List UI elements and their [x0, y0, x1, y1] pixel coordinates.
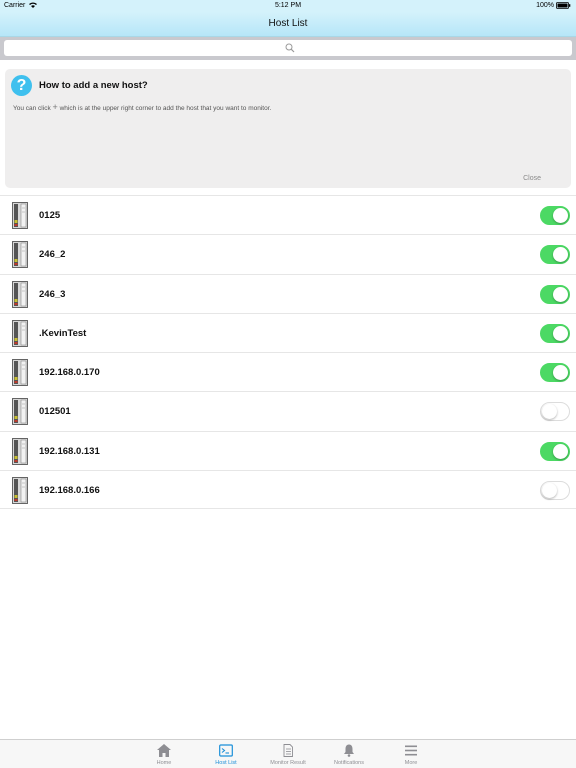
host-monitor-toggle[interactable] [540, 245, 570, 265]
help-title: How to add a new host? [39, 80, 148, 91]
host-row[interactable]: 192.168.0.166 [0, 470, 576, 510]
toggle-knob [553, 443, 568, 459]
host-row[interactable]: 192.168.0.131 [0, 430, 576, 470]
host-name: 0125 [39, 210, 61, 221]
menu-icon [381, 744, 441, 757]
page-title: Host List [268, 18, 308, 29]
question-mark-icon: ? [11, 75, 32, 96]
terminal-icon [196, 744, 256, 757]
host-monitor-toggle[interactable] [540, 284, 570, 304]
server-icon [12, 477, 28, 504]
host-monitor-toggle[interactable] [540, 441, 570, 461]
host-name: 192.168.0.170 [39, 367, 100, 379]
host-list: 0125 246_2 246_3 .KevinTest 192.168.0.170 012… [0, 195, 576, 510]
server-icon [12, 359, 28, 387]
host-row[interactable]: 246_2 [0, 234, 576, 273]
host-name: 012501 [39, 406, 71, 418]
home-icon [134, 744, 194, 757]
battery-percent: 100% [536, 2, 554, 9]
search-icon [285, 43, 295, 53]
tab-label: More [404, 760, 418, 766]
battery-icon [556, 2, 571, 9]
document-icon [258, 744, 318, 757]
close-button[interactable]: Close [523, 175, 541, 182]
host-name: .KevinTest [39, 327, 87, 339]
host-name: 192.168.0.166 [39, 485, 100, 497]
plus-icon: + [52, 102, 58, 112]
host-row[interactable]: .KevinTest [0, 312, 576, 352]
tab-monitor-result[interactable]: Monitor Result [258, 742, 318, 768]
tab-label: Host List [215, 760, 237, 766]
navigation-bar: Host List [0, 12, 576, 37]
tab-home[interactable]: Home [134, 742, 194, 768]
server-icon [12, 398, 28, 426]
host-monitor-toggle[interactable] [540, 402, 570, 422]
tab-host-list[interactable]: Host List [196, 742, 256, 768]
tab-label: Monitor Result [270, 760, 306, 766]
host-row[interactable]: 246_3 [0, 273, 576, 313]
host-name: 246_2 [39, 249, 66, 261]
server-icon [12, 319, 28, 347]
help-card: ? How to add a new host? You can click +… [5, 69, 571, 188]
server-icon [12, 437, 28, 465]
tab-notifications[interactable]: Notifications [319, 742, 379, 768]
help-text: You can click + which is at the upper ri… [13, 102, 271, 112]
host-row[interactable]: 0125 [0, 195, 576, 234]
tab-more[interactable]: More [381, 742, 441, 768]
server-icon [12, 241, 28, 269]
help-text-before: You can click [13, 105, 51, 112]
toggle-knob [553, 286, 568, 302]
toggle-knob [542, 404, 557, 420]
server-icon [12, 202, 28, 229]
host-monitor-toggle[interactable] [540, 323, 570, 343]
tab-label: Notifications [334, 760, 364, 766]
host-name: 246_3 [39, 288, 66, 300]
host-row[interactable]: 192.168.0.170 [0, 352, 576, 391]
host-name: 192.168.0.131 [39, 445, 100, 457]
bell-icon [319, 744, 379, 757]
server-icon [12, 280, 28, 308]
toggle-knob [553, 208, 568, 223]
toggle-knob [542, 483, 557, 499]
search-input[interactable] [4, 40, 572, 56]
host-monitor-toggle[interactable] [540, 481, 570, 501]
host-monitor-toggle[interactable] [540, 363, 570, 383]
status-time: 5:12 PM [274, 2, 302, 9]
host-row[interactable]: 012501 [0, 391, 576, 430]
search-bar [0, 37, 576, 60]
toggle-knob [553, 365, 568, 381]
toggle-knob [553, 247, 568, 263]
status-bar: Carrier 5:12 PM 100% [0, 0, 576, 12]
toggle-knob [553, 325, 568, 341]
tab-bar: Home Host List Monitor Result Notifications… [0, 739, 576, 768]
help-text-after: which is at the upper right corner to ad… [59, 105, 272, 112]
host-monitor-toggle[interactable] [540, 206, 570, 225]
tab-label: Home [156, 760, 172, 766]
